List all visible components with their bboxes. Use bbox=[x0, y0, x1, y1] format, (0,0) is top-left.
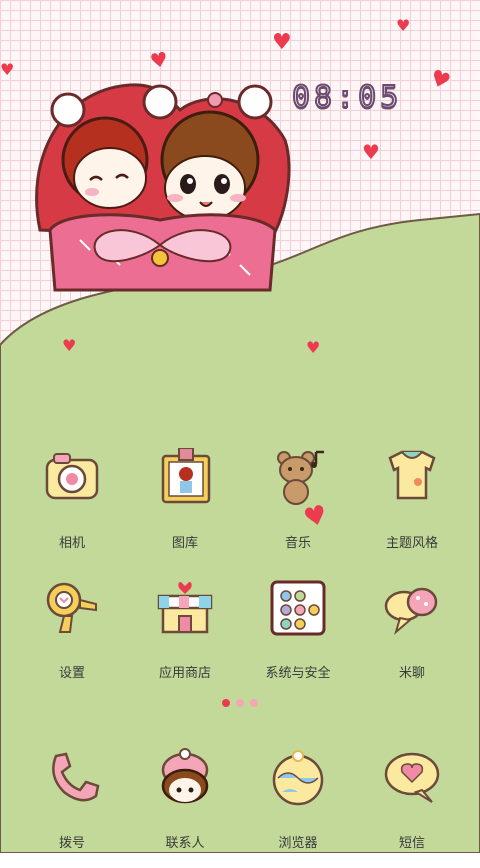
app-miliao[interactable]: 米聊 bbox=[362, 578, 462, 698]
app-label: 联系人 bbox=[165, 836, 205, 851]
app-label: 浏览器 bbox=[278, 836, 318, 851]
app-settings[interactable]: 设置 bbox=[22, 578, 122, 698]
theme-dress-icon bbox=[388, 450, 436, 500]
app-dialer[interactable]: 拨号 bbox=[22, 748, 122, 868]
app-label: 图库 bbox=[171, 536, 198, 551]
phone-icon bbox=[52, 752, 100, 802]
app-label: 短信 bbox=[398, 836, 425, 851]
app-label: 拨号 bbox=[58, 836, 85, 851]
page-dot bbox=[236, 699, 244, 707]
app-music[interactable]: 音乐 bbox=[248, 448, 348, 568]
security-icon bbox=[270, 580, 326, 636]
settings-hairdryer-icon bbox=[46, 582, 97, 633]
heart-decoration-icon: ♥ bbox=[0, 60, 15, 79]
app-browser[interactable]: 浏览器 bbox=[248, 748, 348, 868]
heart-decoration-icon: ♥ bbox=[306, 338, 321, 357]
camera-icon bbox=[45, 453, 99, 500]
contacts-girl-icon bbox=[161, 748, 209, 804]
heart-decoration-icon: ♥ bbox=[396, 16, 411, 35]
couple-illustration bbox=[35, 83, 291, 292]
clock-widget: 08:05 bbox=[291, 79, 403, 116]
heart-decoration-icon: ♥ bbox=[362, 140, 380, 164]
app-contacts[interactable]: 联系人 bbox=[135, 748, 235, 868]
heart-decoration-icon: ♥ bbox=[148, 46, 170, 74]
app-label: 音乐 bbox=[284, 536, 311, 551]
app-label: 应用商店 bbox=[158, 666, 211, 681]
message-heart-icon bbox=[384, 752, 440, 803]
app-theme[interactable]: 主题风格 bbox=[362, 448, 462, 568]
heart-decoration-icon: ♥ bbox=[272, 30, 292, 55]
browser-globe-icon bbox=[272, 750, 324, 806]
page-indicator bbox=[218, 697, 262, 709]
app-messages[interactable]: 短信 bbox=[362, 748, 462, 868]
app-camera[interactable]: 相机 bbox=[22, 448, 122, 568]
app-label: 系统与安全 bbox=[265, 666, 331, 681]
app-label: 主题风格 bbox=[385, 536, 438, 551]
app-security[interactable]: 系统与安全 bbox=[248, 578, 348, 698]
chat-bubbles-icon bbox=[384, 587, 438, 635]
heart-decoration-icon: ♥ bbox=[62, 336, 77, 355]
app-gallery[interactable]: 图库 bbox=[135, 448, 235, 568]
app-label: 设置 bbox=[58, 666, 85, 681]
music-bear-icon bbox=[277, 450, 324, 505]
gallery-icon bbox=[161, 448, 211, 504]
app-label: 相机 bbox=[58, 536, 85, 551]
app-store[interactable]: 应用商店 bbox=[135, 578, 235, 698]
store-icon bbox=[157, 582, 213, 634]
page-dot bbox=[250, 699, 258, 707]
page-dot-active bbox=[222, 699, 230, 707]
app-label: 米聊 bbox=[398, 666, 425, 681]
